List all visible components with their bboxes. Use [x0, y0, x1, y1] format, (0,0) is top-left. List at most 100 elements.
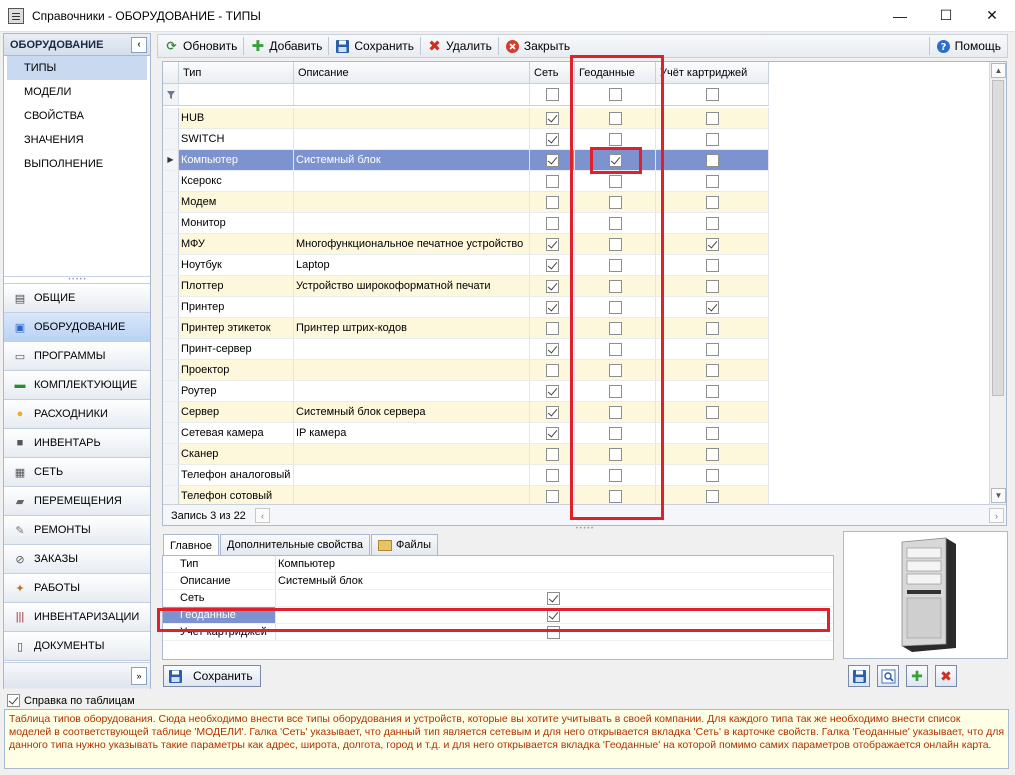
cell-type[interactable]: Модем — [179, 192, 294, 213]
cell-geodata[interactable] — [575, 381, 656, 402]
table-row[interactable]: Принт-сервер — [163, 339, 769, 360]
cell-network-checkbox[interactable] — [545, 132, 559, 146]
cell-network[interactable] — [530, 423, 575, 444]
row-indicator[interactable] — [163, 192, 179, 213]
cell-geodata[interactable] — [575, 234, 656, 255]
cell-network-checkbox[interactable] — [545, 426, 559, 440]
save-image-button[interactable] — [848, 665, 870, 687]
cell-description[interactable]: Системный блок — [294, 150, 530, 171]
row-indicator[interactable] — [163, 465, 179, 486]
cell-cartridges[interactable] — [656, 423, 769, 444]
scroll-up-arrow[interactable]: ▲ — [991, 63, 1006, 78]
nav-splitter[interactable]: • • • • • — [4, 276, 150, 283]
nav-subitem-4[interactable]: ВЫПОЛНЕНИЕ — [4, 152, 150, 176]
cell-type[interactable]: МФУ — [179, 234, 294, 255]
cell-cartridges[interactable] — [656, 129, 769, 150]
nav-group-8[interactable]: ✎ РЕМОНТЫ — [4, 515, 150, 544]
table-row[interactable]: Сканер — [163, 444, 769, 465]
cell-network[interactable] — [530, 129, 575, 150]
refresh-button[interactable]: ⟳ Обновить — [158, 35, 243, 57]
cell-cartridges-checkbox[interactable] — [705, 321, 719, 335]
property-row[interactable]: Описание Системный блок — [163, 573, 833, 590]
cell-type[interactable]: HUB — [179, 108, 294, 129]
table-row[interactable]: Ноутбук Laptop — [163, 255, 769, 276]
cell-geodata-checkbox[interactable] — [608, 405, 622, 419]
property-checkbox[interactable] — [547, 591, 560, 605]
row-indicator[interactable] — [163, 108, 179, 129]
cell-type[interactable]: Ноутбук — [179, 255, 294, 276]
cell-network-checkbox[interactable] — [545, 489, 559, 503]
cell-network-checkbox[interactable] — [545, 384, 559, 398]
cell-geodata-checkbox[interactable] — [608, 447, 622, 461]
tab-main[interactable]: Главное — [163, 534, 220, 557]
cell-network[interactable] — [530, 297, 575, 318]
cell-geodata[interactable] — [575, 255, 656, 276]
nav-group-3[interactable]: ▬ КОМПЛЕКТУЮЩИЕ — [4, 370, 150, 399]
help-toggle[interactable]: Справка по таблицам — [7, 694, 135, 707]
nav-group-9[interactable]: ⊘ ЗАКАЗЫ — [4, 544, 150, 573]
cell-description[interactable] — [294, 360, 530, 381]
cell-network[interactable] — [530, 339, 575, 360]
tab-files[interactable]: Файлы — [371, 534, 438, 556]
cell-network-checkbox[interactable] — [545, 153, 559, 167]
cell-geodata-checkbox[interactable] — [608, 258, 622, 272]
row-indicator[interactable] — [163, 423, 179, 444]
column-header-geodata[interactable]: Геоданные — [575, 62, 656, 84]
cell-description[interactable] — [294, 381, 530, 402]
cell-network-checkbox[interactable] — [545, 342, 559, 356]
cell-network[interactable] — [530, 213, 575, 234]
cell-network-checkbox[interactable] — [545, 258, 559, 272]
cell-cartridges-checkbox[interactable] — [705, 111, 719, 125]
minimize-button[interactable]: — — [877, 0, 923, 32]
filter-cartridges-checkbox[interactable] — [705, 88, 719, 101]
cell-network-checkbox[interactable] — [545, 468, 559, 482]
cell-cartridges[interactable] — [656, 150, 769, 171]
cell-cartridges[interactable] — [656, 213, 769, 234]
cell-geodata-checkbox[interactable] — [608, 216, 622, 230]
cell-description[interactable]: Многофункциональное печатное устройство — [294, 234, 530, 255]
cell-cartridges-checkbox[interactable] — [705, 468, 719, 482]
maximize-button[interactable]: ☐ — [923, 0, 969, 32]
save-toolbar-button[interactable]: Сохранить — [329, 35, 420, 57]
close-toolbar-button[interactable]: Закрыть — [499, 35, 576, 57]
nav-group-2[interactable]: ▭ ПРОГРАММЫ — [4, 341, 150, 370]
cell-cartridges[interactable] — [656, 171, 769, 192]
cell-cartridges[interactable] — [656, 318, 769, 339]
nav-group-10[interactable]: ✦ РАБОТЫ — [4, 573, 150, 602]
property-checkbox[interactable] — [547, 608, 560, 622]
cell-network-checkbox[interactable] — [545, 111, 559, 125]
table-row[interactable]: Плоттер Устройство широкоформатной печати — [163, 276, 769, 297]
table-row[interactable]: Роутер — [163, 381, 769, 402]
table-row[interactable]: Принтер этикеток Принтер штрих-кодов — [163, 318, 769, 339]
nav-group-4[interactable]: ● РАСХОДНИКИ — [4, 399, 150, 428]
cell-cartridges-checkbox[interactable] — [705, 489, 719, 503]
property-row[interactable]: Сеть — [163, 590, 833, 607]
collapse-nav-button[interactable]: ‹ — [131, 36, 147, 53]
cell-cartridges[interactable] — [656, 339, 769, 360]
cell-type[interactable]: Принтер — [179, 297, 294, 318]
cell-geodata[interactable] — [575, 297, 656, 318]
cell-cartridges-checkbox[interactable] — [705, 426, 719, 440]
filter-type[interactable] — [179, 84, 294, 105]
property-value[interactable]: Компьютер — [276, 556, 833, 572]
cell-network-checkbox[interactable] — [545, 405, 559, 419]
table-row[interactable]: Ксерокс — [163, 171, 769, 192]
cell-description[interactable] — [294, 339, 530, 360]
cell-type[interactable]: Сканер — [179, 444, 294, 465]
more-groups-button[interactable]: » — [131, 667, 147, 685]
cell-network-checkbox[interactable] — [545, 237, 559, 251]
cell-geodata-checkbox[interactable] — [608, 300, 622, 314]
cell-geodata[interactable] — [575, 276, 656, 297]
table-row[interactable]: МФУ Многофункциональное печатное устройст… — [163, 234, 769, 255]
cell-geodata[interactable] — [575, 360, 656, 381]
nav-subitem-0[interactable]: ТИПЫ — [7, 56, 147, 80]
cell-geodata[interactable] — [575, 423, 656, 444]
cell-description[interactable]: Системный блок сервера — [294, 402, 530, 423]
row-indicator[interactable] — [163, 129, 179, 150]
close-window-button[interactable]: ✕ — [969, 0, 1015, 32]
cell-geodata[interactable] — [575, 318, 656, 339]
cell-type[interactable]: Плоттер — [179, 276, 294, 297]
row-indicator[interactable] — [163, 339, 179, 360]
cell-geodata-checkbox[interactable] — [608, 468, 622, 482]
cell-description[interactable]: IP камера — [294, 423, 530, 444]
